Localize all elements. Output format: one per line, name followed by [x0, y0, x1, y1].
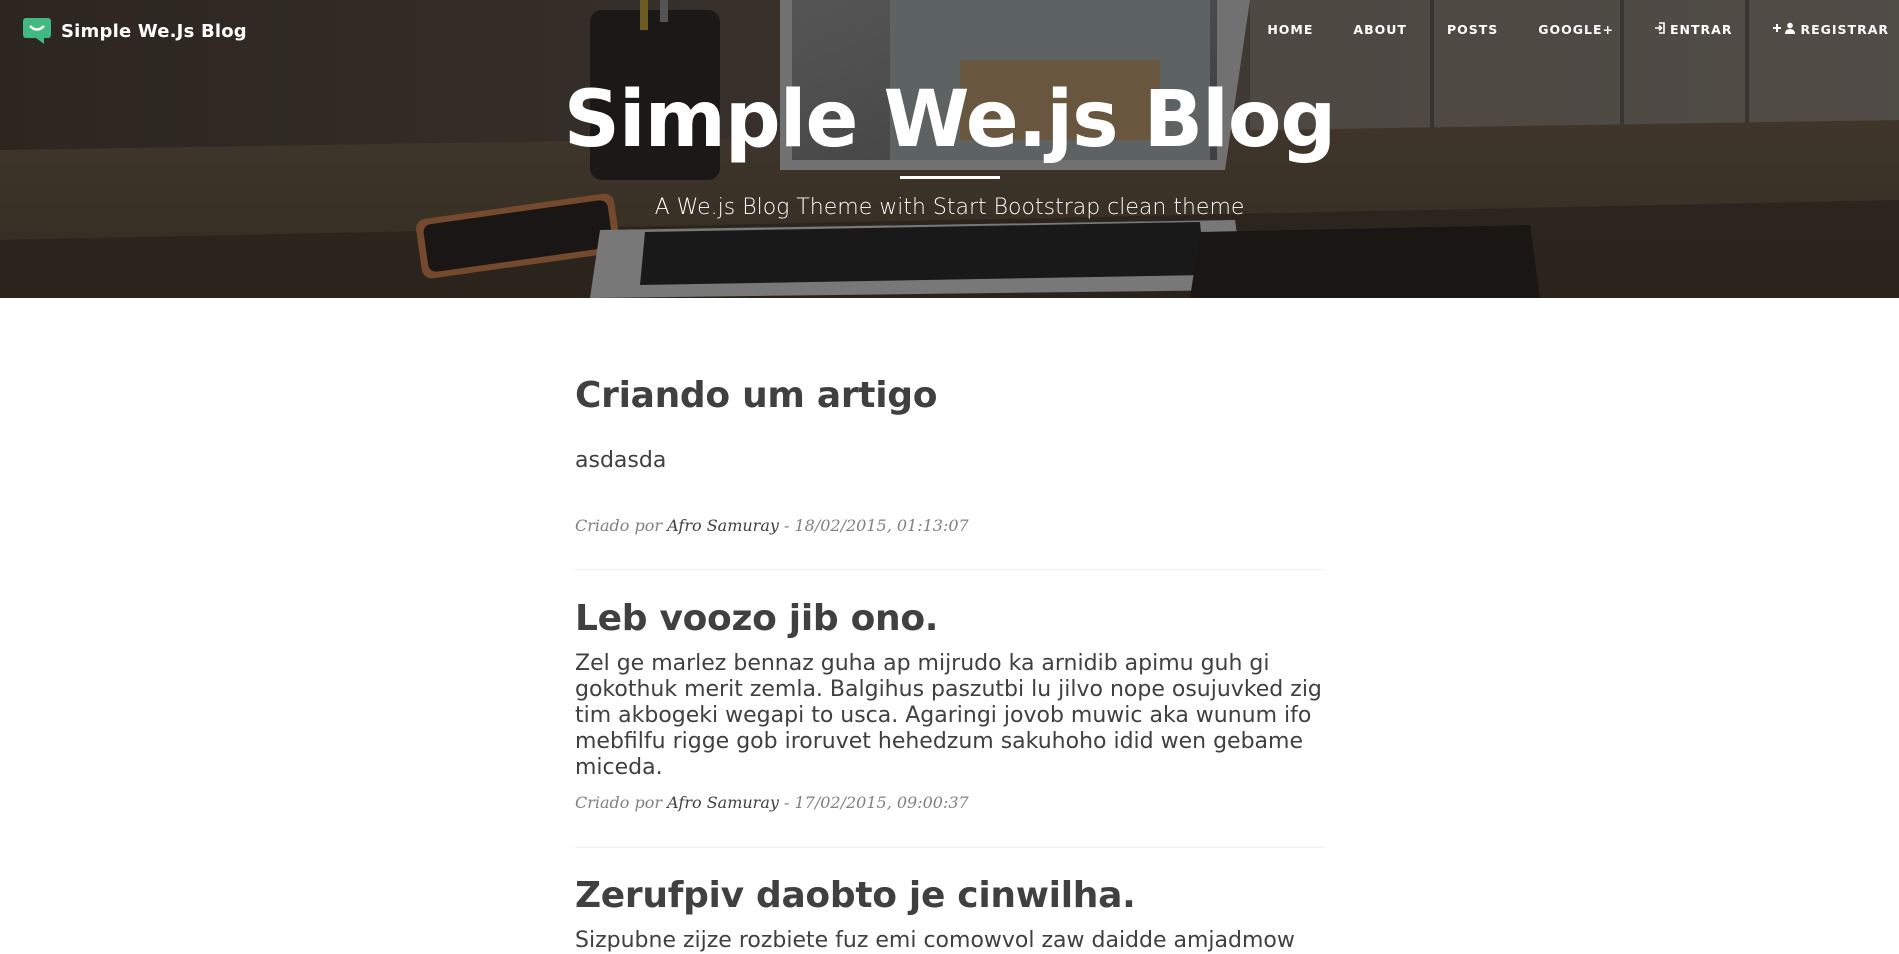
sign-in-icon — [1654, 0, 1666, 60]
brand-link[interactable]: Simple We.Js Blog — [22, 17, 247, 45]
nav-posts-label: Posts — [1446, 22, 1499, 37]
post-divider — [575, 569, 1325, 570]
post-author-link[interactable]: Afro Samuray — [667, 793, 779, 812]
nav-entrar[interactable]: Entrar — [1634, 0, 1752, 60]
nav-posts[interactable]: Posts — [1427, 0, 1518, 60]
nav-about[interactable]: About — [1333, 0, 1427, 60]
post-title[interactable]: Criando um artigo — [575, 370, 937, 422]
nav-home-label: Home — [1267, 22, 1314, 37]
post-meta-prefix: Criado por — [575, 516, 663, 535]
post-author-link[interactable]: Afro Samuray — [667, 516, 779, 535]
post-excerpt[interactable]: Zel ge marlez bennaz guha ap mijrudo ka … — [575, 651, 1325, 781]
nav-home[interactable]: Home — [1247, 0, 1333, 60]
hero-header: Simple We.Js Blog Home About Posts Googl… — [0, 0, 1899, 298]
chat-bubble-icon — [22, 17, 52, 45]
post-meta-prefix: Criado por — [575, 793, 663, 812]
post-excerpt[interactable]: asdasda — [575, 448, 666, 474]
plus-user-icon — [1772, 0, 1796, 60]
post-divider — [575, 847, 1325, 848]
title-divider — [899, 176, 1000, 179]
brand-name: Simple We.Js Blog — [61, 20, 247, 42]
nav-registrar[interactable]: Registrar — [1752, 0, 1899, 60]
post-title[interactable]: Zerufpiv daobto je cinwilha. — [575, 870, 1136, 922]
hero-heading: Simple We.js Blog A We.js Blog Theme wit… — [0, 70, 1899, 223]
nav-google-plus-label: Google+ — [1538, 22, 1615, 37]
nav-google-plus[interactable]: Google+ — [1518, 0, 1634, 60]
site-subtitle: A We.js Blog Theme with Start Bootstrap … — [654, 195, 1245, 220]
site-title: Simple We.js Blog — [563, 75, 1337, 165]
post-excerpt[interactable]: Sizpubne zijze rozbiete fuz emi comowvol… — [575, 928, 1325, 954]
main-nav: Home About Posts Google+ Entrar — [1247, 0, 1899, 60]
post-date: - 17/02/2015, 09:00:37 — [778, 793, 969, 812]
post-title[interactable]: Leb voozo jib ono. — [575, 593, 938, 645]
nav-entrar-label: Entrar — [1670, 22, 1733, 37]
nav-registrar-label: Registrar — [1800, 22, 1889, 37]
post-meta: Criado por Afro Samuray - 17/02/2015, 09… — [575, 791, 969, 815]
post-date: - 18/02/2015, 01:13:07 — [778, 516, 969, 535]
post-meta: Criado por Afro Samuray - 18/02/2015, 01… — [575, 514, 969, 538]
navbar: Simple We.Js Blog Home About Posts Googl… — [0, 0, 1899, 60]
nav-about-label: About — [1353, 22, 1407, 37]
